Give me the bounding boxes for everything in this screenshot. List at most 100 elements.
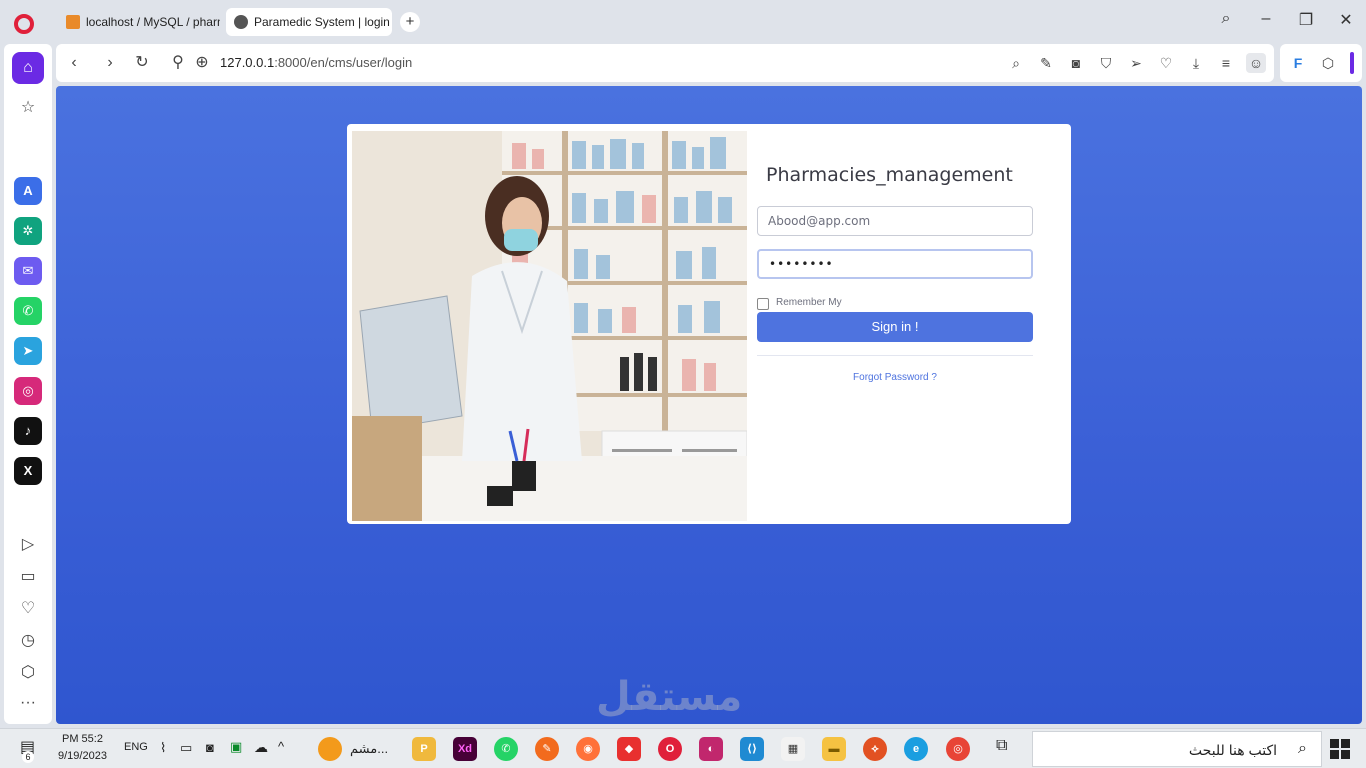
email-field[interactable]: Abood@app.com — [757, 206, 1033, 236]
reload-icon[interactable]: ↻ — [132, 53, 152, 73]
remember-checkbox[interactable] — [757, 298, 769, 310]
sign-in-button[interactable]: Sign in ! — [757, 312, 1033, 342]
tab-phpmyadmin[interactable]: localhost / MySQL / pharm — [58, 8, 220, 36]
pharmacist-photo — [352, 131, 747, 521]
tab-paramedic-login[interactable]: Paramedic System | login — [226, 8, 392, 36]
fi-extension-icon[interactable]: F — [1288, 53, 1308, 73]
opera-taskbar-icon[interactable]: O — [658, 737, 682, 761]
login-title: Pharmacies_management — [766, 164, 1013, 186]
edge-icon[interactable]: e — [904, 737, 928, 761]
file-explorer-icon[interactable]: ▬ — [822, 737, 846, 761]
paint-icon[interactable]: P — [412, 737, 436, 761]
camera-icon[interactable]: ◙ — [206, 740, 214, 755]
pen-app-icon[interactable]: ✎ — [535, 737, 559, 761]
remember-label: Remember My — [776, 296, 842, 308]
clock-date[interactable]: 9/19/2023 — [58, 750, 107, 762]
onedrive-icon[interactable]: ☁ — [254, 739, 268, 756]
task-view-icon[interactable]: ⧉ — [996, 737, 1007, 755]
send-icon[interactable]: ➢ — [1126, 53, 1146, 73]
tiktok-icon[interactable]: ♪ — [14, 417, 42, 445]
running-app-label[interactable]: مشم... — [350, 741, 388, 757]
home-icon[interactable]: ⌂ — [12, 52, 44, 84]
notification-badge: 6 — [22, 751, 34, 763]
adobe-xd-icon[interactable]: Xd — [453, 737, 477, 761]
chatgpt-icon[interactable]: ✲ — [14, 217, 42, 245]
extensions-icon[interactable]: ⬡ — [14, 659, 42, 687]
search-placeholder: اكتب هنا للبحث — [1188, 742, 1277, 758]
firefox-icon[interactable]: ◉ — [576, 737, 600, 761]
camera-icon[interactable]: ◙ — [1066, 53, 1086, 73]
x-twitter-icon[interactable]: X — [14, 457, 42, 485]
watermark-logo: مستقل — [596, 674, 742, 720]
url-field[interactable]: 127.0.0.1:8000/en/cms/user/login — [220, 55, 412, 70]
wallet-icon[interactable]: ▭ — [14, 563, 42, 591]
close-icon[interactable]: ✕ — [1334, 10, 1358, 30]
telegram-icon[interactable]: ➤ — [14, 337, 42, 365]
pharmacy-illustration — [352, 131, 747, 521]
restore-icon[interactable]: ❐ — [1294, 10, 1318, 30]
login-card: Pharmacies_management Abood@app.com ••••… — [347, 124, 1071, 524]
store-icon[interactable]: ▦ — [781, 737, 805, 761]
extensions-bar: F ⬡ — [1280, 44, 1362, 82]
whatsapp-icon[interactable]: ✆ — [14, 297, 42, 325]
watermark-text: مستقل — [596, 674, 743, 720]
url-path: :8000/en/cms/user/login — [274, 55, 413, 70]
app-pink-icon[interactable]: ◐ — [699, 737, 723, 761]
back-icon[interactable]: ‹ — [64, 53, 84, 73]
phpmyadmin-icon — [66, 15, 80, 29]
player-icon[interactable]: ▷ — [14, 531, 42, 559]
globe-icon — [234, 15, 248, 29]
wifi-icon[interactable]: ⌇ — [160, 740, 166, 756]
windows-start-icon[interactable] — [1330, 739, 1350, 759]
password-value: •••••••• — [769, 257, 834, 271]
messenger-icon[interactable]: ✉ — [14, 257, 42, 285]
shield-icon[interactable]: ⛉ — [1096, 53, 1116, 73]
instagram-icon[interactable]: ◎ — [14, 377, 42, 405]
find-icon[interactable]: ⌕ — [1006, 53, 1026, 73]
url-host: 127.0.0.1 — [220, 55, 275, 70]
taskbar-search[interactable]: اكتب هنا للبحث ⌕ — [1032, 731, 1322, 767]
vscode-icon[interactable]: ⟨⟩ — [740, 737, 764, 761]
history-icon[interactable]: ◷ — [14, 627, 42, 655]
chrome-icon[interactable]: ◎ — [946, 737, 970, 761]
aria-icon[interactable]: A — [14, 177, 42, 205]
windows-taskbar: ▤ 6 PM 55:2 9/19/2023 ENG ⌇ ▭ ◙ ▣ ☁ ^ مش… — [0, 728, 1366, 768]
running-app-icon[interactable] — [318, 737, 342, 761]
browser-titlebar: localhost / MySQL / pharm Paramedic Syst… — [0, 0, 1366, 44]
heart-icon[interactable]: ♡ — [14, 595, 42, 623]
search-tabs-icon[interactable]: ⌕ — [1214, 10, 1238, 28]
tab-label: Paramedic System | login — [254, 15, 390, 29]
language-indicator[interactable]: ENG — [124, 741, 148, 753]
opera-logo-icon[interactable] — [14, 14, 34, 34]
whatsapp-taskbar-icon[interactable]: ✆ — [494, 737, 518, 761]
login-form: Pharmacies_management Abood@app.com ••••… — [757, 124, 1033, 524]
easy-setup-icon[interactable]: ≡ — [1216, 53, 1236, 73]
heart-icon[interactable]: ♡ — [1156, 53, 1176, 73]
edit-icon[interactable]: ✎ — [1036, 53, 1056, 73]
password-field[interactable]: •••••••• — [757, 249, 1033, 279]
divider — [757, 355, 1033, 356]
chevron-up-icon[interactable]: ^ — [278, 739, 284, 754]
star-icon[interactable]: ☆ — [14, 94, 42, 122]
forward-icon[interactable]: › — [100, 53, 120, 73]
app-tray-icon[interactable]: ▣ — [230, 739, 242, 755]
clock-time[interactable]: PM 55:2 — [62, 733, 103, 745]
new-tab-button[interactable]: + — [400, 12, 420, 32]
email-value: Abood@app.com — [768, 214, 871, 228]
tab-label: localhost / MySQL / pharm — [86, 15, 220, 29]
key-icon[interactable]: ⚲ — [168, 53, 188, 73]
search-icon: ⌕ — [1298, 740, 1307, 757]
battery-icon[interactable]: ▭ — [180, 740, 192, 756]
anydesk-icon[interactable]: ◆ — [617, 737, 641, 761]
sidebar-toggle[interactable] — [1350, 52, 1354, 74]
minimize-icon[interactable]: – — [1254, 10, 1278, 28]
forgot-password-link[interactable]: Forgot Password ? — [757, 372, 1033, 383]
site-info-icon[interactable]: ⊕ — [192, 53, 212, 73]
remember-row: Remember My — [757, 294, 842, 310]
page-background: Pharmacies_management Abood@app.com ••••… — [56, 86, 1362, 724]
profile-icon[interactable]: ☺ — [1246, 53, 1266, 73]
cube-icon[interactable]: ⬡ — [1318, 53, 1338, 73]
git-icon[interactable]: ⟡ — [863, 737, 887, 761]
download-icon[interactable]: ⤓ — [1186, 53, 1206, 73]
more-icon[interactable]: ··· — [14, 689, 42, 717]
